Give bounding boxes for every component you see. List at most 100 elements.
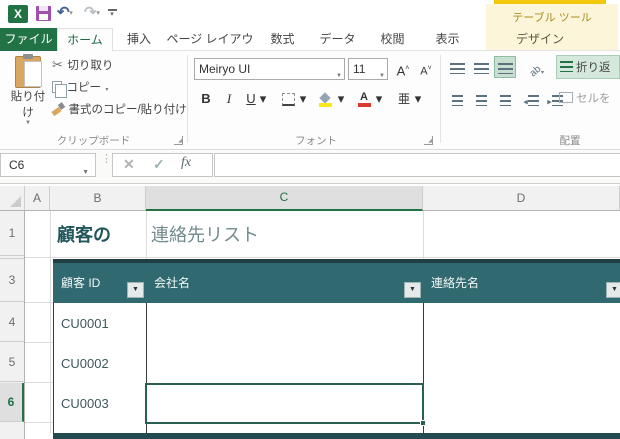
paste-label: 貼り付け	[6, 88, 50, 120]
clipboard-dialog-launcher-icon[interactable]	[174, 136, 183, 145]
copy-dropdown-icon[interactable]: ▾	[105, 87, 108, 93]
increase-font-size-button[interactable]: A˄	[392, 58, 414, 80]
underline-dropdown-icon[interactable]: ▾	[258, 88, 268, 110]
gridline	[25, 342, 53, 343]
align-middle-button[interactable]	[470, 56, 492, 78]
column-header-strip: A B C D	[0, 186, 620, 211]
column-header-a[interactable]: A	[25, 186, 50, 210]
align-right-button[interactable]	[494, 88, 516, 110]
font-color-button[interactable]: A	[354, 88, 374, 110]
phonetic-dropdown-icon[interactable]: ▾	[413, 88, 423, 110]
tab-design[interactable]: デザイン	[490, 28, 590, 51]
tab-home[interactable]: ホーム	[57, 28, 113, 51]
decrease-font-size-button[interactable]: A˅	[415, 58, 437, 80]
table-tools-accent-bar	[494, 0, 606, 4]
merge-cells-icon	[559, 92, 573, 103]
tab-view[interactable]: 表示	[420, 28, 475, 51]
formula-bar-resize-handle[interactable]: ⋮	[101, 156, 112, 162]
format-painter-button[interactable]: 書式のコピー/貼り付け	[52, 99, 187, 119]
fill-color-dropdown-icon[interactable]: ▾	[336, 88, 346, 110]
italic-button[interactable]: I	[220, 88, 238, 110]
align-bottom-icon	[498, 63, 513, 74]
sheet-grid[interactable]: 顧客の 連絡先リスト 顧客 ID 会社名 連絡先名 ▼ ▼ ▼ CU0001 C…	[25, 211, 620, 439]
borders-icon	[282, 93, 295, 106]
formula-bar: C6▼ ⋮ ✕ ✓ fx	[0, 151, 620, 184]
undo-icon[interactable]: ↶▾	[57, 3, 73, 21]
borders-dropdown-icon[interactable]: ▾	[298, 88, 308, 110]
tab-data[interactable]: データ	[310, 28, 365, 51]
row-header-4[interactable]: 4	[0, 303, 24, 342]
table-bottom-band	[53, 433, 620, 439]
customize-qat-icon[interactable]: ▾	[106, 7, 118, 19]
font-dialog-launcher-icon[interactable]	[424, 136, 433, 145]
excel-window: X ↶▾ ↷▾ ▾ テーブル ツール ファイル ホーム 挿入 ページ レイアウト…	[0, 0, 620, 439]
paste-button[interactable]: 貼り付け ▼	[6, 54, 50, 130]
clipboard-group-label: クリップボード	[0, 133, 187, 147]
align-top-button[interactable]	[446, 56, 468, 78]
tab-review[interactable]: 校閲	[365, 28, 420, 51]
copy-button[interactable]: コピー ▾	[52, 77, 108, 97]
font-name-combobox[interactable]: Meiryo UI▼	[194, 58, 345, 80]
font-color-dropdown-icon[interactable]: ▾	[374, 88, 384, 110]
borders-button[interactable]	[278, 88, 298, 110]
cancel-icon[interactable]: ✕	[123, 156, 135, 173]
cut-button[interactable]: ✂ 切り取り	[52, 55, 113, 75]
row-header-5[interactable]: 5	[0, 343, 24, 382]
wrap-text-button[interactable]: 折り返	[556, 55, 620, 79]
save-icon[interactable]	[36, 6, 51, 21]
ribbon: 貼り付け ▼ ✂ 切り取り コピー ▾ 書式のコピー/貼り付け クリップボード …	[0, 51, 620, 150]
align-center-button[interactable]	[470, 88, 492, 110]
tab-formulas[interactable]: 数式	[255, 28, 310, 51]
column-header-b[interactable]: B	[50, 186, 146, 210]
cell-b5[interactable]: CU0002	[61, 343, 141, 383]
decrease-indent-button[interactable]: ◂	[520, 88, 542, 110]
tab-insert[interactable]: 挿入	[113, 28, 165, 51]
bold-button[interactable]: B	[196, 88, 216, 110]
align-right-icon	[500, 95, 511, 106]
filter-dropdown-icon[interactable]: ▼	[606, 282, 620, 298]
excel-logo-icon: X	[8, 5, 28, 23]
cell-b4[interactable]: CU0001	[61, 303, 141, 343]
row-header-1[interactable]: 1	[0, 211, 24, 256]
cell-b6[interactable]: CU0003	[61, 383, 141, 423]
table-border	[53, 303, 54, 433]
tab-page-layout[interactable]: ページ レイアウト	[165, 28, 255, 51]
paste-dropdown-icon[interactable]: ▼	[6, 120, 50, 126]
table-tools-label: テーブル ツール	[486, 9, 618, 25]
font-group-label: フォント	[194, 133, 438, 147]
align-middle-icon	[474, 63, 489, 74]
ribbon-tab-bar: ファイル ホーム 挿入 ページ レイアウト 数式 データ 校閲 表示 デザイン	[0, 28, 620, 51]
insert-function-icon[interactable]: fx	[181, 155, 191, 171]
gridline	[50, 211, 51, 433]
font-size-combobox[interactable]: 11▼	[348, 58, 388, 80]
row-header-7-partial[interactable]	[0, 423, 24, 439]
row-header-6-selected[interactable]: 6	[0, 383, 24, 422]
name-box[interactable]: C6▼	[0, 153, 96, 177]
align-left-button[interactable]	[446, 88, 468, 110]
active-cell-c6[interactable]	[145, 383, 424, 424]
column-header-c-selected[interactable]: C	[146, 186, 423, 211]
tab-file[interactable]: ファイル	[0, 28, 57, 51]
phonetic-guide-button[interactable]: 亜	[394, 88, 414, 110]
enter-icon[interactable]: ✓	[153, 156, 165, 173]
redo-icon[interactable]: ↷▾	[84, 3, 100, 21]
merge-center-button[interactable]: セルを	[556, 87, 620, 111]
column-header-d[interactable]: D	[423, 186, 620, 210]
row-header-3[interactable]: 3	[0, 259, 24, 302]
filter-dropdown-icon[interactable]: ▼	[404, 282, 421, 298]
filter-dropdown-icon[interactable]: ▼	[127, 282, 144, 298]
gridline	[423, 211, 424, 259]
gridline	[25, 257, 620, 258]
gridline	[25, 302, 53, 303]
fill-handle[interactable]	[420, 420, 426, 426]
fill-color-button[interactable]	[316, 88, 336, 110]
table-header-row: 顧客 ID 会社名 連絡先名 ▼ ▼ ▼	[53, 263, 620, 303]
formula-input[interactable]	[214, 153, 620, 177]
formula-buttons: ✕ ✓ fx	[112, 153, 213, 177]
align-left-icon	[452, 95, 463, 106]
group-separator	[440, 55, 441, 143]
wrap-text-icon	[560, 61, 573, 72]
select-all-corner[interactable]	[0, 186, 25, 210]
align-bottom-button[interactable]	[494, 56, 516, 78]
orientation-button[interactable]: ab▾	[522, 56, 552, 78]
